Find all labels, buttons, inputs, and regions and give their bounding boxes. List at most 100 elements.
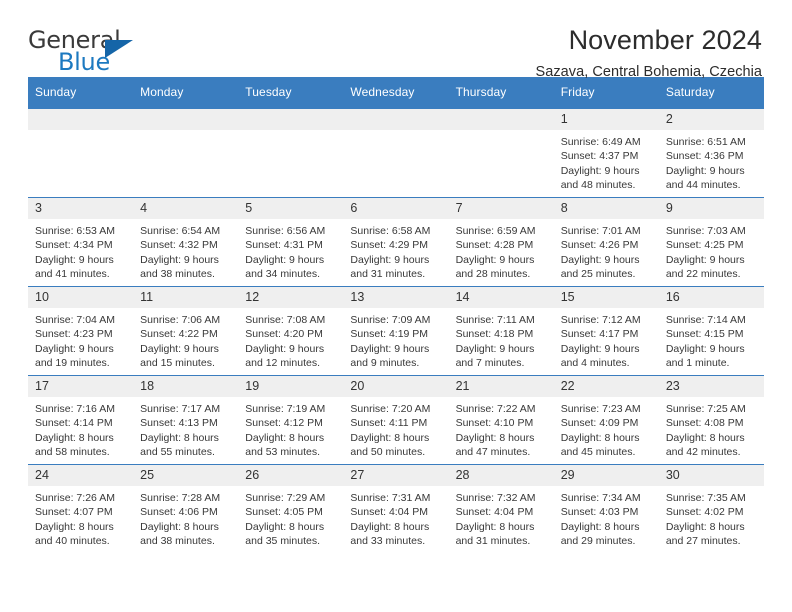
sunset-text: Sunset: 4:07 PM bbox=[35, 506, 113, 519]
sunrise-text: Sunrise: 6:56 AM bbox=[245, 225, 326, 237]
day-details: Sunrise: 6:54 AM Sunset: 4:32 PM Dayligh… bbox=[133, 219, 238, 282]
day-cell: 11 Sunrise: 7:06 AM Sunset: 4:22 PM Dayl… bbox=[133, 286, 239, 376]
day-details: Sunrise: 7:29 AM Sunset: 4:05 PM Dayligh… bbox=[238, 486, 343, 549]
day-cell: 24 Sunrise: 7:26 AM Sunset: 4:07 PM Dayl… bbox=[28, 464, 134, 553]
day-details: Sunrise: 7:28 AM Sunset: 4:06 PM Dayligh… bbox=[133, 486, 238, 549]
day-number: 20 bbox=[343, 376, 449, 397]
sunset-text: Sunset: 4:11 PM bbox=[350, 417, 428, 430]
day-cell: 17 Sunrise: 7:16 AM Sunset: 4:14 PM Dayl… bbox=[28, 375, 134, 465]
day-details: Sunrise: 7:31 AM Sunset: 4:04 PM Dayligh… bbox=[343, 486, 448, 549]
sunset-text: Sunset: 4:06 PM bbox=[140, 506, 218, 519]
day-cell: 16 Sunrise: 7:14 AM Sunset: 4:15 PM Dayl… bbox=[658, 286, 764, 376]
day-number: 27 bbox=[343, 465, 449, 486]
day-details: Sunrise: 7:06 AM Sunset: 4:22 PM Dayligh… bbox=[133, 308, 238, 371]
daylight-text-line2: and 31 minutes. bbox=[455, 535, 531, 548]
sunrise-text: Sunrise: 7:06 AM bbox=[140, 314, 221, 326]
sunrise-text: Sunrise: 6:53 AM bbox=[35, 225, 115, 237]
daylight-text-line1: Daylight: 8 hours bbox=[560, 431, 640, 444]
day-cell: 18 Sunrise: 7:17 AM Sunset: 4:13 PM Dayl… bbox=[133, 375, 239, 465]
day-details: Sunrise: 7:25 AM Sunset: 4:08 PM Dayligh… bbox=[659, 397, 764, 460]
sunrise-text: Sunrise: 6:59 AM bbox=[455, 225, 536, 237]
sunrise-text: Sunrise: 7:32 AM bbox=[455, 492, 536, 504]
day-details: Sunrise: 7:35 AM Sunset: 4:02 PM Dayligh… bbox=[659, 486, 764, 549]
daylight-text-line2: and 28 minutes. bbox=[455, 268, 531, 281]
day-details: Sunrise: 6:58 AM Sunset: 4:29 PM Dayligh… bbox=[343, 219, 448, 282]
daylight-text-line1: Daylight: 8 hours bbox=[560, 520, 640, 533]
day-number: 21 bbox=[448, 376, 554, 397]
daylight-text-line2: and 53 minutes. bbox=[245, 446, 320, 459]
sunrise-text: Sunrise: 7:17 AM bbox=[140, 403, 221, 415]
sunset-text: Sunset: 4:37 PM bbox=[560, 150, 639, 163]
sunrise-text: Sunrise: 7:26 AM bbox=[35, 492, 115, 504]
day-cell: 30 Sunrise: 7:35 AM Sunset: 4:02 PM Dayl… bbox=[658, 464, 764, 553]
day-number: 16 bbox=[658, 287, 764, 308]
day-cell: 25 Sunrise: 7:28 AM Sunset: 4:06 PM Dayl… bbox=[133, 464, 239, 553]
daylight-text-line2: and 19 minutes. bbox=[35, 357, 110, 370]
daylight-text-line2: and 44 minutes. bbox=[665, 179, 741, 192]
sunrise-text: Sunrise: 7:11 AM bbox=[455, 314, 535, 326]
daylight-text-line2: and 9 minutes. bbox=[350, 357, 420, 370]
day-cell: 21 Sunrise: 7:22 AM Sunset: 4:10 PM Dayl… bbox=[448, 375, 554, 465]
sunrise-text: Sunrise: 7:04 AM bbox=[35, 314, 115, 326]
calendar-week-row: 1 Sunrise: 6:49 AM Sunset: 4:37 PM Dayli… bbox=[28, 108, 764, 198]
day-number bbox=[133, 109, 239, 130]
daylight-text-line2: and 31 minutes. bbox=[350, 268, 426, 281]
day-number: 10 bbox=[28, 287, 134, 308]
daylight-text-line1: Daylight: 8 hours bbox=[140, 431, 219, 444]
daylight-text-line1: Daylight: 9 hours bbox=[350, 342, 430, 355]
day-number: 30 bbox=[658, 465, 764, 486]
day-details: Sunrise: 7:04 AM Sunset: 4:23 PM Dayligh… bbox=[28, 308, 133, 371]
day-cell: 4 Sunrise: 6:54 AM Sunset: 4:32 PM Dayli… bbox=[133, 197, 239, 287]
day-cell: 15 Sunrise: 7:12 AM Sunset: 4:17 PM Dayl… bbox=[553, 286, 659, 376]
daylight-text-line1: Daylight: 8 hours bbox=[245, 431, 325, 444]
sunset-text: Sunset: 4:03 PM bbox=[560, 506, 639, 519]
daylight-text-line1: Daylight: 9 hours bbox=[140, 253, 219, 266]
day-number: 19 bbox=[238, 376, 344, 397]
sunset-text: Sunset: 4:18 PM bbox=[455, 328, 534, 341]
daylight-text-line1: Daylight: 8 hours bbox=[455, 520, 535, 533]
day-cell: 6 Sunrise: 6:58 AM Sunset: 4:29 PM Dayli… bbox=[343, 197, 449, 287]
sunrise-text: Sunrise: 7:08 AM bbox=[245, 314, 326, 326]
day-number: 23 bbox=[658, 376, 764, 397]
daylight-text-line2: and 55 minutes. bbox=[140, 446, 215, 459]
day-number: 4 bbox=[133, 198, 239, 219]
weekday-header-saturday: Saturday bbox=[658, 77, 764, 109]
sunrise-text: Sunrise: 7:14 AM bbox=[665, 314, 746, 326]
sunset-text: Sunset: 4:13 PM bbox=[140, 417, 218, 430]
day-cell: 26 Sunrise: 7:29 AM Sunset: 4:05 PM Dayl… bbox=[238, 464, 344, 553]
day-cell: 9 Sunrise: 7:03 AM Sunset: 4:25 PM Dayli… bbox=[658, 197, 764, 287]
page-title: November 2024 bbox=[568, 25, 762, 55]
day-number: 3 bbox=[28, 198, 134, 219]
day-cell: 14 Sunrise: 7:11 AM Sunset: 4:18 PM Dayl… bbox=[448, 286, 554, 376]
day-cell: 19 Sunrise: 7:19 AM Sunset: 4:12 PM Dayl… bbox=[238, 375, 344, 465]
daylight-text-line2: and 33 minutes. bbox=[350, 535, 426, 548]
logo-text-blue: Blue bbox=[58, 48, 110, 76]
daylight-text-line1: Daylight: 9 hours bbox=[35, 253, 114, 266]
day-details: Sunrise: 7:01 AM Sunset: 4:26 PM Dayligh… bbox=[554, 219, 659, 282]
sunrise-text: Sunrise: 7:19 AM bbox=[245, 403, 326, 415]
day-cell: 23 Sunrise: 7:25 AM Sunset: 4:08 PM Dayl… bbox=[658, 375, 764, 465]
daylight-text-line2: and 41 minutes. bbox=[35, 268, 110, 281]
calendar-page: General Blue November 2024 Sazava, Centr… bbox=[0, 0, 792, 612]
daylight-text-line2: and 42 minutes. bbox=[665, 446, 741, 459]
day-details: Sunrise: 7:22 AM Sunset: 4:10 PM Dayligh… bbox=[449, 397, 554, 460]
day-number: 14 bbox=[448, 287, 554, 308]
calendar-week-row: 24 Sunrise: 7:26 AM Sunset: 4:07 PM Dayl… bbox=[28, 464, 764, 553]
daylight-text-line2: and 29 minutes. bbox=[560, 535, 636, 548]
day-cell: 28 Sunrise: 7:32 AM Sunset: 4:04 PM Dayl… bbox=[448, 464, 554, 553]
daylight-text-line2: and 7 minutes. bbox=[455, 357, 525, 370]
daylight-text-line2: and 15 minutes. bbox=[140, 357, 215, 370]
sunrise-text: Sunrise: 7:31 AM bbox=[350, 492, 431, 504]
day-cell: 27 Sunrise: 7:31 AM Sunset: 4:04 PM Dayl… bbox=[343, 464, 449, 553]
daylight-text-line1: Daylight: 9 hours bbox=[665, 342, 745, 355]
daylight-text-line1: Daylight: 8 hours bbox=[35, 520, 114, 533]
weekday-header-tuesday: Tuesday bbox=[238, 77, 344, 109]
daylight-text-line2: and 27 minutes. bbox=[665, 535, 741, 548]
day-details: Sunrise: 7:19 AM Sunset: 4:12 PM Dayligh… bbox=[238, 397, 343, 460]
sunrise-text: Sunrise: 6:49 AM bbox=[560, 136, 641, 148]
day-number: 7 bbox=[448, 198, 554, 219]
day-number: 12 bbox=[238, 287, 344, 308]
day-details: Sunrise: 6:49 AM Sunset: 4:37 PM Dayligh… bbox=[554, 130, 659, 193]
daylight-text-line1: Daylight: 9 hours bbox=[560, 342, 640, 355]
day-details: Sunrise: 7:03 AM Sunset: 4:25 PM Dayligh… bbox=[659, 219, 764, 282]
